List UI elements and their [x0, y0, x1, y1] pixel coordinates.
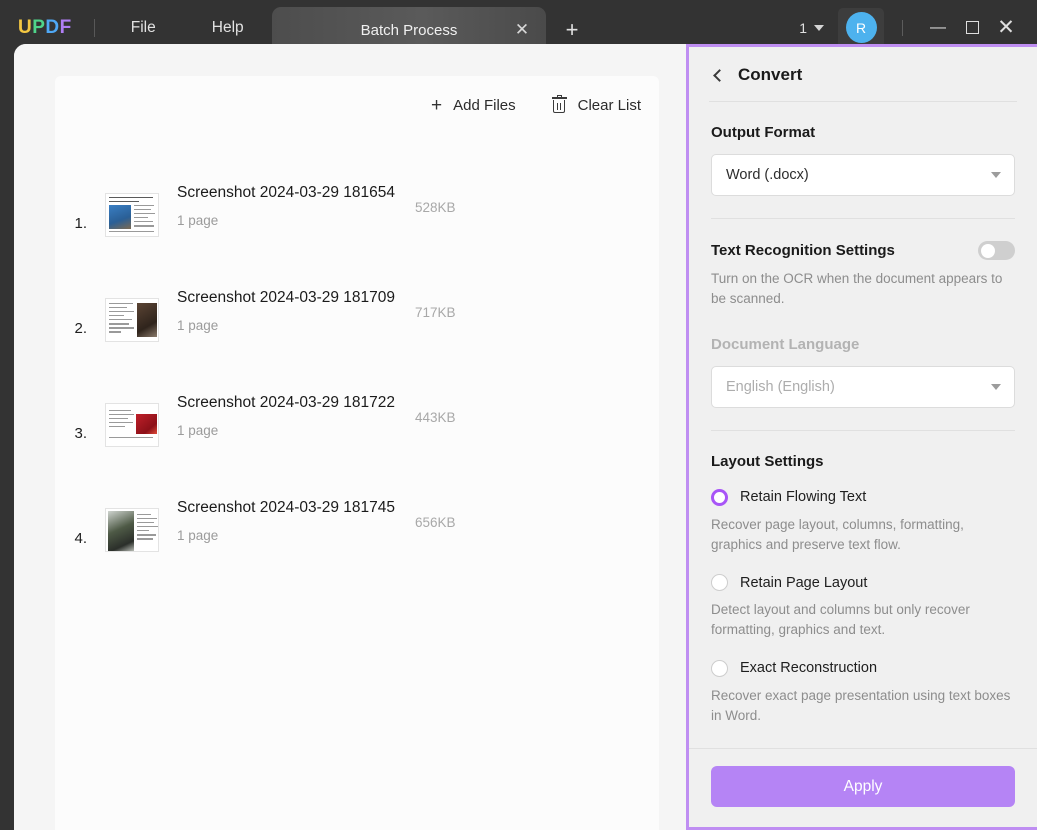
chevron-down-icon	[814, 24, 824, 31]
radio-description: Recover page layout, columns, formatting…	[711, 516, 964, 552]
radio-label: Retain Flowing Text	[740, 489, 867, 505]
convert-panel: Convert Output Format Word (.docx) Text …	[686, 44, 1037, 830]
file-name: Screenshot 2024-03-29 181709	[177, 288, 396, 306]
plus-icon: +	[431, 95, 443, 116]
radio-description: Recover exact page presentation using te…	[711, 687, 1011, 723]
logo-letter-u: U	[18, 16, 33, 38]
page-count-dropdown[interactable]: 1	[799, 20, 824, 36]
chevron-left-icon[interactable]	[713, 68, 726, 82]
divider	[711, 218, 1015, 219]
file-thumbnail	[105, 402, 159, 447]
radio-label: Retain Page Layout	[740, 574, 868, 591]
ocr-hint: Turn on the OCR when the document appear…	[711, 271, 1003, 307]
window-close-icon[interactable]: ✕	[989, 11, 1023, 45]
table-row[interactable]: 2. Screenshot 2024-03-29 181709 1 page 7…	[55, 267, 659, 372]
radio-icon	[711, 659, 728, 677]
row-index: 2.	[74, 320, 87, 337]
table-row[interactable]: 3. Screenshot 2024-03-29 181722 1 page 4…	[55, 372, 659, 477]
apply-button[interactable]: Apply	[711, 766, 1015, 807]
avatar: R	[845, 12, 877, 43]
menu-help[interactable]: Help	[196, 13, 260, 43]
file-pane: + Add Files Clear List 1. Screenshot 202…	[14, 44, 686, 830]
chevron-down-icon	[991, 383, 1001, 390]
trash-icon	[551, 94, 567, 114]
plus-icon[interactable]: +	[560, 17, 584, 42]
table-row[interactable]: 1. Screenshot 2024-03-29 181654 1 page 5…	[55, 162, 659, 267]
file-name: Screenshot 2024-03-29 181654	[177, 183, 396, 201]
row-index: 4.	[74, 530, 87, 547]
row-index: 1.	[74, 215, 87, 232]
updf-window: U P D F File Help Batch Process ✕ + 1 R …	[0, 0, 1037, 830]
radio-label: Exact Reconstruction	[740, 660, 878, 676]
file-meta: Screenshot 2024-03-29 181722 1 page 443K…	[177, 390, 659, 460]
text-recognition-header: Text Recognition Settings	[711, 241, 1015, 260]
file-name: Screenshot 2024-03-29 181722	[177, 393, 396, 411]
radio-retain-flowing-text[interactable]: Retain Flowing Text	[711, 488, 1015, 506]
radio-icon	[711, 488, 728, 506]
page-count-value: 1	[799, 19, 807, 36]
logo-letter-d: D	[45, 16, 60, 38]
file-meta: Screenshot 2024-03-29 181745 1 page 656K…	[177, 495, 659, 565]
convert-panel-body: Output Format Word (.docx) Text Recognit…	[689, 102, 1037, 788]
row-index: 3.	[74, 425, 87, 442]
account-button[interactable]: R	[838, 7, 884, 48]
updf-logo: U P D F	[18, 17, 72, 39]
file-pages: 1 page	[177, 422, 219, 438]
divider	[711, 429, 1015, 431]
file-list-card: + Add Files Clear List 1. Screenshot 202…	[55, 76, 659, 830]
close-icon[interactable]: ✕	[512, 20, 532, 40]
file-meta: Screenshot 2024-03-29 181654 1 page 528K…	[177, 180, 659, 250]
file-name: Screenshot 2024-03-29 181745	[177, 498, 396, 516]
minimize-icon[interactable]: —	[921, 11, 955, 45]
text-recognition-label: Text Recognition Settings	[711, 242, 895, 259]
logo-letter-p: P	[32, 16, 46, 38]
output-format-select[interactable]: Word (.docx)	[711, 154, 1015, 196]
file-pages: 1 page	[177, 212, 219, 228]
radio-icon	[711, 574, 728, 591]
file-size: 717KB	[415, 304, 456, 320]
table-row[interactable]: 4. Screenshot 2024-03-29 181745 1 page 6…	[55, 477, 659, 582]
file-size: 443KB	[415, 409, 456, 425]
logo-letter-f: F	[59, 16, 72, 38]
menu-file[interactable]: File	[115, 13, 172, 43]
add-files-label: Add Files	[453, 97, 516, 114]
radio-exact-reconstruction[interactable]: Exact Reconstruction	[711, 659, 1015, 677]
controls-divider	[902, 19, 903, 36]
file-pages: 1 page	[177, 317, 219, 333]
chevron-down-icon	[991, 172, 1001, 178]
menu-divider	[93, 18, 95, 37]
file-thumbnail	[105, 192, 159, 237]
convert-panel-header: Convert	[709, 47, 1017, 102]
file-toolbar: + Add Files Clear List	[431, 94, 641, 115]
file-size: 656KB	[415, 514, 456, 530]
tab-label: Batch Process	[360, 21, 458, 39]
radio-description: Detect layout and columns but only recov…	[711, 602, 970, 638]
document-language-select[interactable]: English (English)	[711, 365, 1015, 408]
clear-list-label: Clear List	[577, 97, 641, 114]
layout-settings-label: Layout Settings	[711, 452, 824, 470]
maximize-icon[interactable]	[955, 11, 989, 45]
file-thumbnail	[105, 297, 159, 342]
file-list: 1. Screenshot 2024-03-29 181654 1 page 5…	[55, 162, 659, 582]
workspace: + Add Files Clear List 1. Screenshot 202…	[14, 44, 1037, 830]
output-format-label: Output Format	[711, 124, 816, 141]
file-size: 528KB	[415, 199, 456, 215]
ocr-toggle[interactable]	[978, 241, 1015, 260]
file-meta: Screenshot 2024-03-29 181709 1 page 717K…	[177, 285, 659, 355]
document-language-label: Document Language	[711, 335, 860, 353]
page-title: Convert	[738, 65, 803, 84]
file-thumbnail	[105, 507, 159, 552]
add-files-button[interactable]: + Add Files	[431, 96, 516, 115]
clear-list-button[interactable]: Clear List	[551, 94, 641, 114]
document-language-value: English (English)	[726, 378, 835, 395]
output-format-value: Word (.docx)	[726, 167, 809, 183]
convert-panel-footer: Apply	[689, 748, 1037, 827]
radio-retain-page-layout[interactable]: Retain Page Layout	[711, 574, 1015, 591]
file-pages: 1 page	[177, 527, 219, 543]
